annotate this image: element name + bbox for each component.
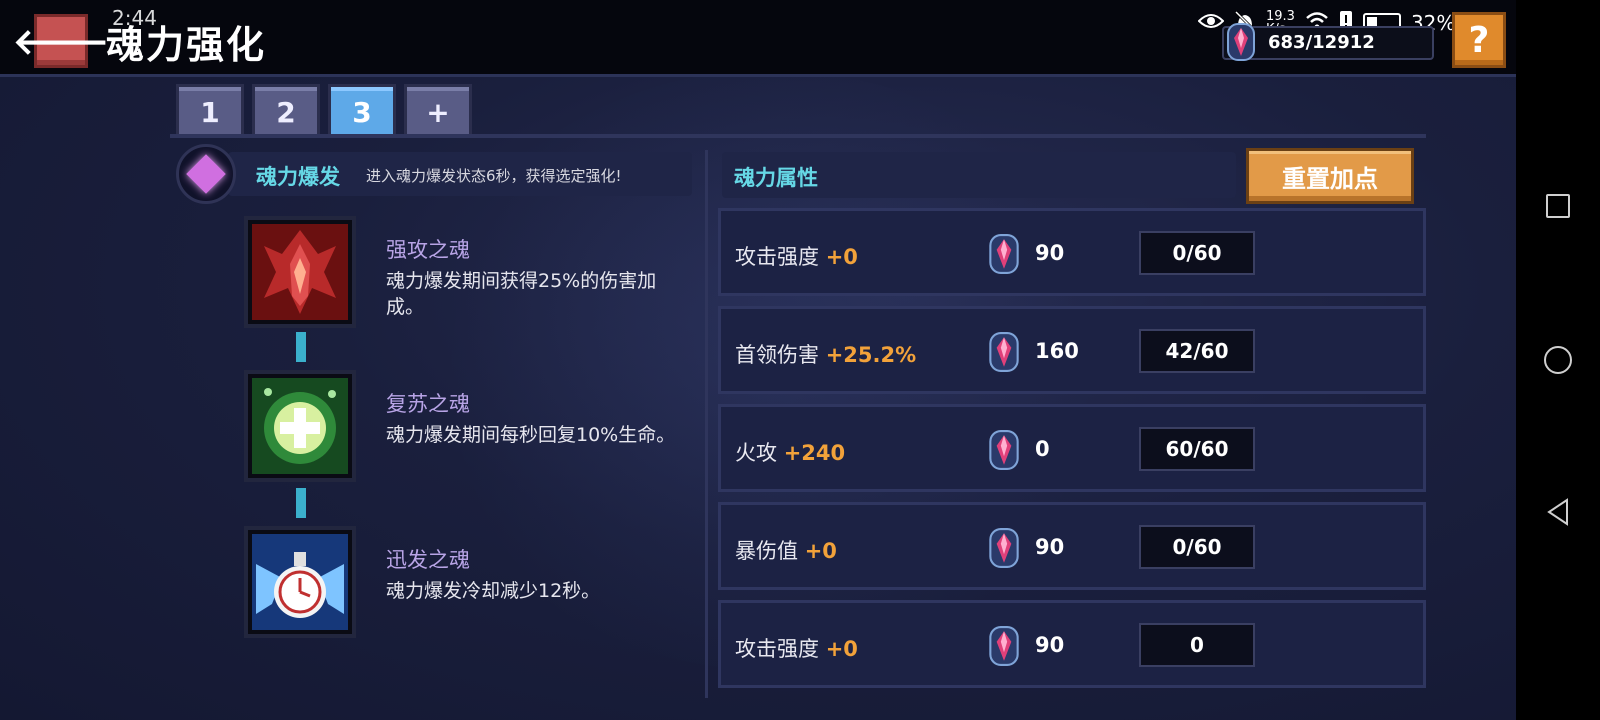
- square-icon: [1546, 194, 1570, 218]
- attribute-bonus: +25.2%: [825, 343, 917, 367]
- attribute-cost: 0: [1035, 437, 1050, 461]
- attribute-level-button[interactable]: 0/60: [1139, 231, 1255, 275]
- attribute-row: 火攻 +240 0 60/60: [718, 404, 1426, 492]
- skill-name: 迅发之魂: [386, 548, 470, 572]
- attribute-row: 首领伤害 +25.2% 160 42/60: [718, 306, 1426, 394]
- soul-gem-icon: [987, 429, 1021, 475]
- skill-description: 魂力爆发冷却减少12秒。: [386, 580, 601, 602]
- skill-description: 魂力爆发期间获得25%的伤害加成。: [386, 270, 657, 318]
- home-button[interactable]: [1540, 342, 1576, 378]
- attribute-name: 火攻: [735, 441, 777, 465]
- skill-connector: [296, 488, 306, 518]
- attributes-title: 魂力属性: [734, 166, 818, 190]
- soul-burst-icon: [176, 144, 236, 204]
- top-bar-divider: [0, 74, 1516, 77]
- burst-title: 魂力爆发: [256, 165, 340, 189]
- game-screen: 🡐 2:44 魂力强化 19.3K/s 32% 683/12912 ? 1 2 …: [0, 0, 1516, 720]
- tabs-divider: [170, 134, 1426, 138]
- android-nav-bar: [1516, 0, 1600, 720]
- triangle-back-icon: [1547, 498, 1568, 526]
- attribute-row: 攻击强度 +0 90 0: [718, 600, 1426, 688]
- back-button[interactable]: 🡐: [13, 14, 109, 68]
- recent-apps-button[interactable]: [1540, 188, 1576, 224]
- soul-gem-icon: [987, 233, 1021, 279]
- attribute-bonus: +0: [825, 245, 858, 269]
- soul-gem-icon: [987, 331, 1021, 377]
- attribute-level-button[interactable]: 60/60: [1139, 427, 1255, 471]
- attribute-bonus: +0: [825, 637, 858, 661]
- attribute-label: 攻击强度 +0: [735, 241, 858, 271]
- currency-value: 683/12912: [1268, 32, 1375, 53]
- attribute-row: 暴伤值 +0 90 0/60: [718, 502, 1426, 590]
- soul-gem-icon: [987, 527, 1021, 573]
- attribute-label: 暴伤值 +0: [735, 535, 837, 565]
- attribute-label: 火攻 +240: [735, 437, 845, 467]
- red-attack-soul-icon: [252, 224, 348, 320]
- soul-gem-icon: [987, 625, 1021, 671]
- eye-icon: [1197, 11, 1225, 35]
- attribute-label: 攻击强度 +0: [735, 633, 858, 663]
- skill-name: 强攻之魂: [386, 238, 470, 262]
- panel-divider: [705, 150, 708, 698]
- attribute-name: 首领伤害: [735, 343, 819, 367]
- attribute-level-button[interactable]: 42/60: [1139, 329, 1255, 373]
- page-title: 魂力强化: [106, 23, 267, 67]
- soul-gem-icon: [1226, 22, 1256, 66]
- attribute-level-button[interactable]: 0/60: [1139, 525, 1255, 569]
- circle-icon: [1544, 346, 1572, 374]
- skill-icon-frame[interactable]: [244, 526, 356, 638]
- attribute-cost: 90: [1035, 241, 1065, 265]
- tab-3[interactable]: 3: [328, 84, 396, 138]
- attribute-row: 攻击强度 +0 90 0/60: [718, 208, 1426, 296]
- attribute-cost: 160: [1035, 339, 1079, 363]
- skill-icon-frame[interactable]: [244, 370, 356, 482]
- attribute-bonus: +0: [804, 539, 837, 563]
- green-heal-soul-icon: [252, 378, 348, 474]
- blue-clock-soul-icon: [252, 534, 348, 630]
- attribute-name: 攻击强度: [735, 245, 819, 269]
- attribute-name: 攻击强度: [735, 637, 819, 661]
- tab-add[interactable]: +: [404, 84, 472, 138]
- reset-points-button[interactable]: 重置加点: [1246, 148, 1414, 204]
- attribute-bonus: +240: [783, 441, 846, 465]
- tab-2[interactable]: 2: [252, 84, 320, 138]
- skill-name: 复苏之魂: [386, 392, 470, 416]
- attribute-cost: 90: [1035, 633, 1065, 657]
- attribute-cost: 90: [1035, 535, 1065, 559]
- skill-connector: [296, 332, 306, 362]
- attribute-name: 暴伤值: [735, 539, 798, 563]
- attribute-label: 首领伤害 +25.2%: [735, 339, 916, 369]
- back-arrow-icon: 🡐: [12, 22, 110, 63]
- skill-description: 魂力爆发期间每秒回复10%生命。: [386, 424, 676, 446]
- skill-icon-frame[interactable]: [244, 216, 356, 328]
- burst-description: 进入魂力爆发状态6秒，获得选定强化!: [366, 167, 622, 185]
- attribute-level-button[interactable]: 0: [1139, 623, 1255, 667]
- nav-back-button[interactable]: [1540, 494, 1576, 530]
- tab-1[interactable]: 1: [176, 84, 244, 138]
- help-button[interactable]: ?: [1452, 12, 1506, 68]
